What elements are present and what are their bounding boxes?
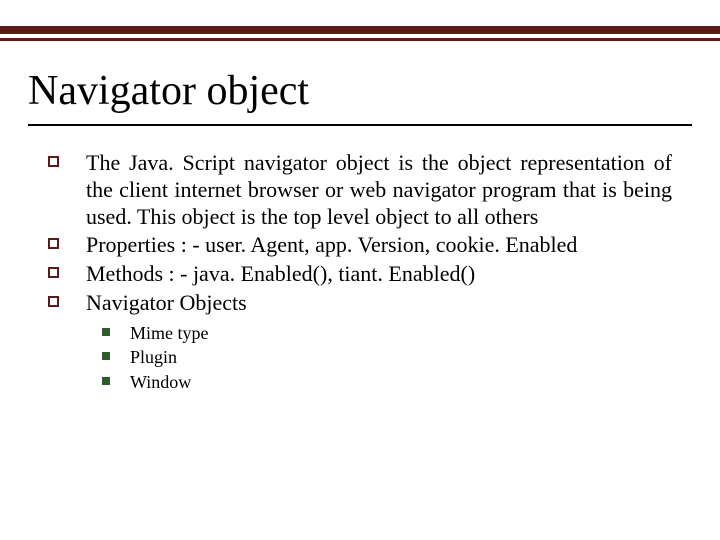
title-underline	[28, 124, 692, 126]
top-rule-thin	[0, 38, 720, 41]
bullet-text: The Java. Script navigator object is the…	[86, 150, 672, 229]
bullet-text: Navigator Objects	[86, 290, 247, 315]
sub-bullet-item: Plugin	[102, 345, 672, 369]
sub-bullet-text: Mime type	[130, 323, 209, 343]
sub-bullet-text: Plugin	[130, 347, 177, 367]
bullet-text: Methods : - java. Enabled(), tiant. Enab…	[86, 261, 475, 286]
bullet-item: Properties : - user. Agent, app. Version…	[48, 232, 672, 259]
sub-bullet-text: Window	[130, 372, 191, 392]
slide: Navigator object The Java. Script naviga…	[0, 0, 720, 540]
bullet-list: The Java. Script navigator object is the…	[48, 150, 672, 317]
bullet-item: Methods : - java. Enabled(), tiant. Enab…	[48, 261, 672, 288]
bullet-item: Navigator Objects	[48, 290, 672, 317]
sub-bullet-item: Mime type	[102, 321, 672, 345]
top-rule-thick	[0, 26, 720, 34]
slide-body: The Java. Script navigator object is the…	[48, 150, 672, 394]
sub-bullet-list: Mime type Plugin Window	[102, 321, 672, 394]
bullet-text: Properties : - user. Agent, app. Version…	[86, 232, 577, 257]
bullet-item: The Java. Script navigator object is the…	[48, 150, 672, 230]
sub-bullet-item: Window	[102, 370, 672, 394]
slide-title: Navigator object	[28, 68, 309, 114]
